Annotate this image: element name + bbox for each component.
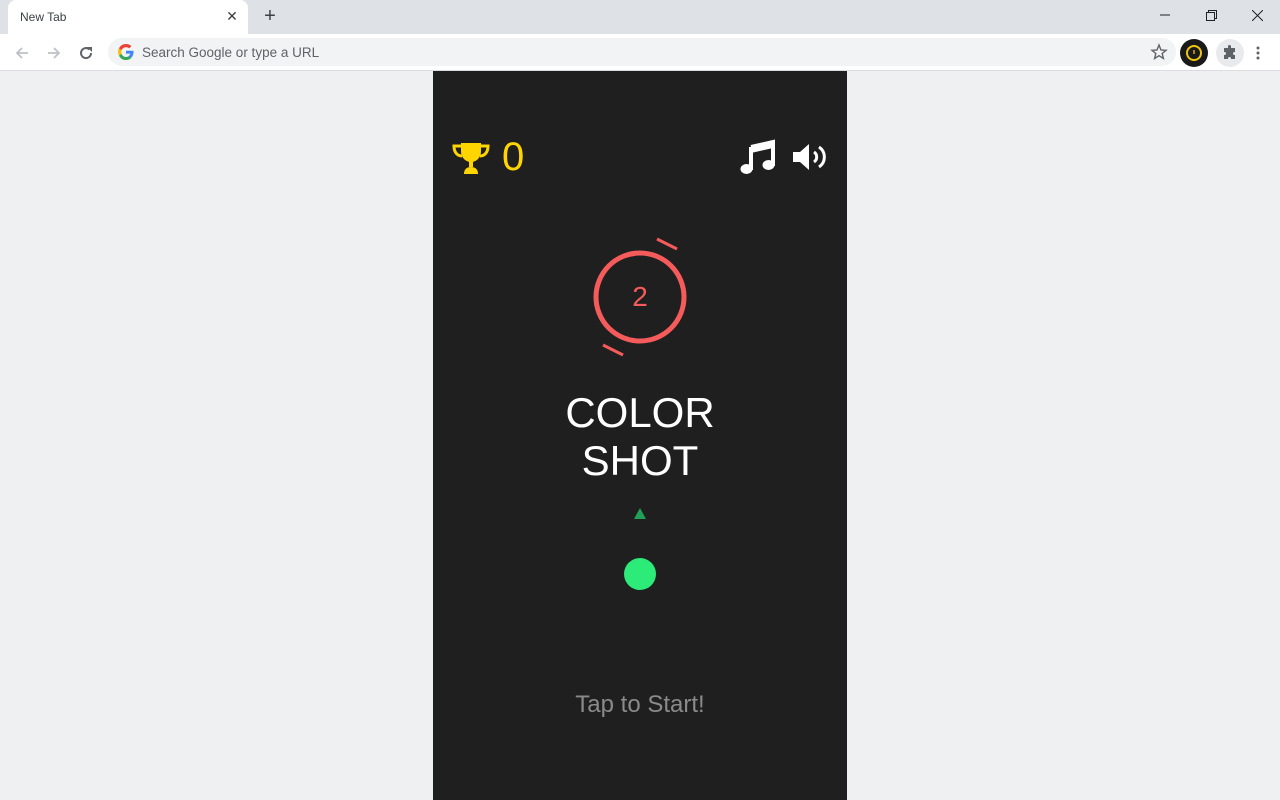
new-tab-button[interactable]: + bbox=[258, 5, 282, 29]
google-icon bbox=[118, 44, 134, 60]
reload-button[interactable] bbox=[72, 39, 100, 67]
tap-to-start[interactable]: Tap to Start! bbox=[433, 691, 847, 719]
tab-title: New Tab bbox=[20, 10, 67, 24]
omnibox-placeholder: Search Google or type a URL bbox=[142, 45, 320, 60]
tab-strip: New Tab ✕ + bbox=[0, 0, 1280, 34]
ring-segment-bottom bbox=[602, 343, 624, 357]
more-vert-icon bbox=[1256, 46, 1260, 60]
browser-toolbar: Search Google or type a URL bbox=[0, 34, 1280, 71]
best-score: 0 bbox=[502, 135, 525, 179]
close-icon bbox=[1251, 9, 1263, 21]
close-window-button[interactable] bbox=[1234, 0, 1280, 30]
back-button[interactable] bbox=[8, 39, 36, 67]
omnibox[interactable]: Search Google or type a URL bbox=[108, 38, 1176, 66]
level-number: 2 bbox=[632, 281, 648, 312]
puzzle-icon bbox=[1224, 45, 1235, 59]
close-tab-icon[interactable]: ✕ bbox=[224, 8, 240, 24]
restore-button[interactable] bbox=[1188, 0, 1234, 30]
forward-arrow-icon bbox=[48, 47, 61, 59]
chrome-menu-button[interactable] bbox=[1245, 39, 1271, 67]
aim-arrow-icon bbox=[634, 508, 646, 519]
minimize-button[interactable] bbox=[1142, 0, 1188, 30]
reload-icon bbox=[80, 47, 93, 60]
tab-new-tab[interactable]: New Tab ✕ bbox=[8, 0, 248, 34]
forward-button[interactable] bbox=[40, 39, 68, 67]
extension-button[interactable] bbox=[1180, 39, 1208, 67]
extension-clock-icon bbox=[1186, 45, 1202, 61]
title-line-2: SHOT bbox=[581, 437, 699, 484]
player-ball bbox=[624, 558, 656, 590]
sound-toggle-icon[interactable] bbox=[791, 141, 831, 173]
title-line-1: COLOR bbox=[565, 389, 715, 436]
ring-segment-top bbox=[656, 237, 678, 251]
extensions-menu-button[interactable] bbox=[1216, 39, 1244, 67]
minimize-icon bbox=[1160, 14, 1170, 16]
game-title: COLOR SHOT bbox=[433, 389, 847, 485]
bookmark-star-icon[interactable] bbox=[1150, 43, 1168, 61]
music-toggle-icon[interactable] bbox=[739, 139, 775, 175]
restore-icon bbox=[1205, 9, 1217, 21]
back-arrow-icon bbox=[15, 47, 28, 59]
trophy-icon bbox=[452, 143, 490, 174]
game-canvas[interactable]: 0 2 COLOR SHOT Tap to Start! bbox=[433, 71, 847, 800]
